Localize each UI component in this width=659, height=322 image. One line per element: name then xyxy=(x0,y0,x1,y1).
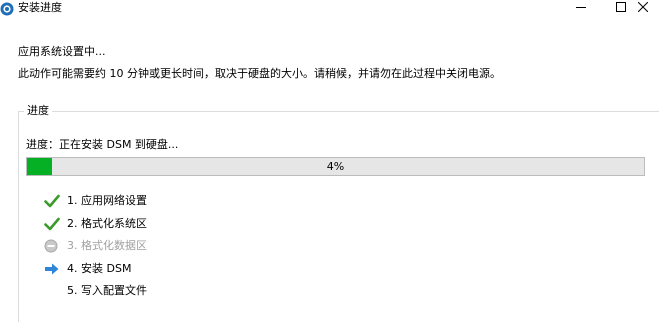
status-heading: 应用系统设置中... xyxy=(18,45,106,58)
install-step-label: 2. 格式化系统区 xyxy=(67,216,147,230)
progress-group-legend: 进度 xyxy=(24,104,52,117)
status-description: 此动作可能需要约 10 分钟或更长时间，取决于硬盘的大小。请稍候，并请勿在此过程… xyxy=(18,67,501,80)
window-title: 安装进度 xyxy=(18,1,62,14)
check-icon xyxy=(44,217,60,231)
minimize-button[interactable] xyxy=(562,0,600,14)
install-step-label: 3. 格式化数据区 xyxy=(67,239,147,252)
check-icon xyxy=(44,194,60,208)
step-icon-placeholder xyxy=(44,284,60,298)
install-step-label: 5. 写入配置文件 xyxy=(67,284,147,297)
close-button[interactable] xyxy=(624,0,659,14)
minimize-icon xyxy=(576,7,586,8)
install-step-label: 1. 应用网络设置 xyxy=(67,194,147,207)
progress-percent: 4% xyxy=(326,160,345,173)
install-step-label: 4. 安装 DSM xyxy=(67,261,132,275)
arrow-right-icon xyxy=(44,262,60,276)
progress-bar: 4% xyxy=(26,157,645,176)
close-icon xyxy=(638,2,648,12)
app-logo-icon xyxy=(0,2,14,16)
minus-circle-icon xyxy=(44,239,60,253)
title-bar: 安装进度 xyxy=(0,0,659,24)
progress-label: 进度：正在安装 DSM 到硬盘... xyxy=(26,138,179,151)
